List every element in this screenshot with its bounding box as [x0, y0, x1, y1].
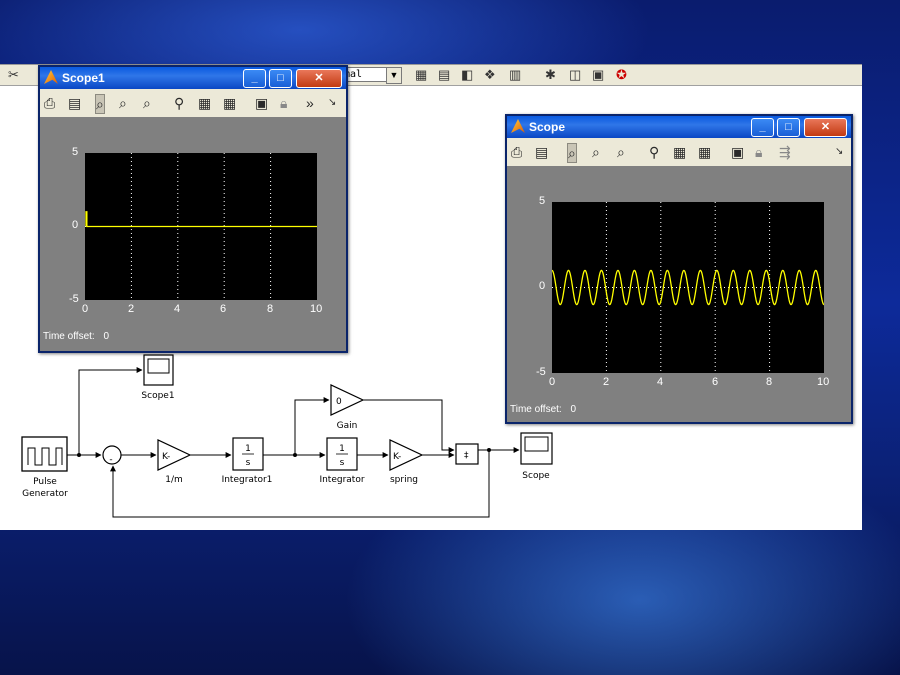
- scope-ytick-mid: 0: [539, 280, 546, 292]
- signal-lines: [67, 367, 520, 518]
- scope1-time-offset: Time offset: 0: [43, 331, 109, 342]
- parameters-icon[interactable]: ▤: [68, 94, 81, 112]
- more-icon[interactable]: »: [306, 94, 314, 112]
- scope-toolbar: ⎙ ▤ ⌕ ⌕ ⌕ ⚲ ▦ ▦ ▣ 🔒︎ ⇶ ↘: [507, 139, 851, 165]
- scope-title: Scope: [529, 120, 566, 134]
- scope-block-label: Scope: [522, 471, 550, 481]
- print-icon[interactable]: ⎙: [44, 94, 55, 112]
- branch-points: [77, 448, 491, 457]
- zoom-x-icon[interactable]: ⌕: [592, 143, 600, 161]
- zoom-y-icon[interactable]: ⌕: [143, 94, 151, 112]
- signal-selector-icon[interactable]: ⇶: [779, 143, 791, 161]
- dock-icon[interactable]: ↘: [835, 143, 843, 161]
- zoom-icon[interactable]: ⌕: [567, 143, 577, 163]
- dock-icon[interactable]: ↘: [328, 94, 336, 112]
- scope1-plot-frame: 5 0 -5 0 2 4 6 8 10 Time offset: 0: [40, 117, 346, 351]
- integrator-label: Integrator: [319, 475, 364, 485]
- scope1-ytick-bottom: -5: [69, 293, 79, 305]
- gain-inverse-mass-label: 1/m: [165, 475, 183, 485]
- matlab-logo-icon: [511, 119, 525, 133]
- scope1-xtick: 2: [128, 303, 135, 315]
- scope1-block-label: Scope1: [141, 391, 174, 401]
- integrator1-denominator: s: [246, 458, 251, 468]
- integrator1-numerator: 1: [245, 444, 251, 454]
- scope1-ytick-top: 5: [72, 146, 79, 158]
- lock-icon[interactable]: 🔒︎: [280, 94, 287, 112]
- spring-gain-value: K-: [393, 452, 401, 462]
- save-axes-icon[interactable]: ▦: [198, 94, 211, 112]
- save-axes-icon[interactable]: ▦: [673, 143, 686, 161]
- minimize-button[interactable]: _: [243, 69, 266, 88]
- scope1-axes[interactable]: [85, 153, 317, 300]
- lock-icon[interactable]: 🔒︎: [755, 143, 762, 161]
- scope1-xtick: 0: [82, 303, 89, 315]
- scope-xtick: 6: [712, 376, 719, 388]
- close-button[interactable]: ✕: [296, 69, 342, 88]
- parameters-icon[interactable]: ▤: [535, 143, 548, 161]
- scope-axes[interactable]: [551, 202, 825, 373]
- time-offset-value: 0: [570, 404, 577, 415]
- scope1-toolbar: ⎙ ▤ ⌕ ⌕ ⌕ ⚲ ▦ ▦ ▣ 🔒︎ » ↘: [40, 90, 346, 116]
- scope1-plot-svg: [85, 153, 317, 300]
- time-offset-label: Time offset:: [510, 404, 562, 415]
- scope-title-bar[interactable]: Scope _ □ ✕: [507, 116, 851, 138]
- zoom-icon[interactable]: ⌕: [95, 94, 105, 114]
- integrator1-label: Integrator1: [222, 475, 273, 485]
- scope-plot-frame: 5 0 -5 0 2 4 6 8 10 Time offset: 0: [507, 166, 851, 422]
- print-icon[interactable]: ⎙: [511, 143, 522, 161]
- scope-ytick-top: 5: [539, 195, 546, 207]
- gain-inverse-mass-value: K-: [162, 452, 170, 462]
- restore-axes-icon[interactable]: ▦: [223, 94, 236, 112]
- pulse-generator-label: Pulse: [33, 477, 57, 487]
- scope1-window[interactable]: Scope1 _ □ ✕ ⎙ ▤ ⌕ ⌕ ⌕ ⚲ ▦ ▦ ▣ 🔒︎ » ↘ 5 …: [38, 65, 348, 353]
- autoscale-icon[interactable]: ⚲: [174, 94, 184, 112]
- autoscale-icon[interactable]: ⚲: [649, 143, 659, 161]
- scope1-xtick: 4: [174, 303, 181, 315]
- maximize-button[interactable]: □: [269, 69, 292, 88]
- time-offset-value: 0: [103, 331, 110, 342]
- scope-xtick: 0: [549, 376, 556, 388]
- pulse-generator-label-2: Generator: [22, 489, 68, 499]
- restore-axes-icon[interactable]: ▦: [698, 143, 711, 161]
- close-button[interactable]: ✕: [804, 118, 847, 137]
- minimize-button[interactable]: _: [751, 118, 774, 137]
- scope-block[interactable]: [520, 432, 553, 465]
- floating-scope-icon[interactable]: ▣: [255, 94, 268, 112]
- integrator-numerator: 1: [339, 444, 345, 454]
- scope-window[interactable]: Scope _ □ ✕ ⎙ ▤ ⌕ ⌕ ⌕ ⚲ ▦ ▦ ▣ 🔒︎ ⇶ ↘ 5 0…: [505, 114, 853, 424]
- scope-xtick: 8: [766, 376, 773, 388]
- scope1-block[interactable]: [143, 354, 174, 386]
- scope1-title: Scope1: [62, 71, 105, 85]
- scope-xtick: 10: [817, 376, 830, 388]
- scope1-ytick-mid: 0: [72, 219, 79, 231]
- spring-label: spring: [390, 475, 418, 485]
- scope-plot-svg: [551, 202, 825, 373]
- matlab-logo-icon: [44, 70, 58, 84]
- sum-minus-sign: -: [109, 455, 112, 465]
- mux-symbol: ‡: [464, 451, 469, 461]
- maximize-button[interactable]: □: [777, 118, 800, 137]
- zoom-y-icon[interactable]: ⌕: [617, 143, 625, 161]
- gain-value: 0: [336, 397, 342, 407]
- integrator-denominator: s: [340, 458, 345, 468]
- scope1-xtick: 6: [220, 303, 227, 315]
- scope1-xtick: 10: [310, 303, 323, 315]
- gain-label: Gain: [337, 421, 358, 431]
- floating-scope-icon[interactable]: ▣: [731, 143, 744, 161]
- scope-ytick-bottom: -5: [536, 366, 546, 378]
- scope-time-offset: Time offset: 0: [510, 404, 576, 415]
- scope1-xtick: 8: [267, 303, 274, 315]
- zoom-x-icon[interactable]: ⌕: [119, 94, 127, 112]
- signal-trace: [85, 211, 317, 228]
- scope-xtick: 2: [603, 376, 610, 388]
- pulse-generator-block[interactable]: [21, 436, 68, 472]
- scope-xtick: 4: [657, 376, 664, 388]
- time-offset-label: Time offset:: [43, 331, 95, 342]
- scope1-title-bar[interactable]: Scope1 _ □ ✕: [40, 67, 346, 89]
